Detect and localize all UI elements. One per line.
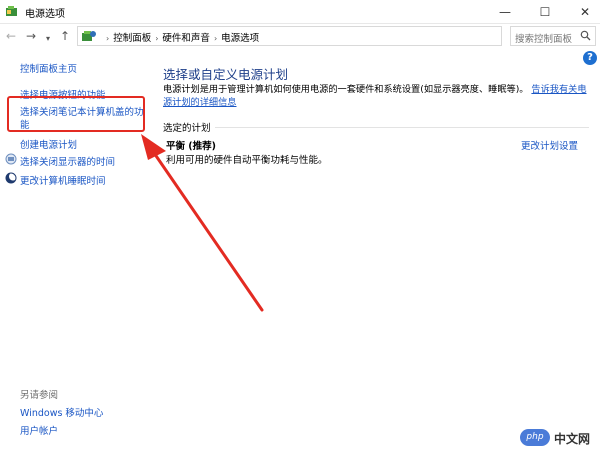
address-bar[interactable]: ›控制面板›硬件和声音›电源选项 ▾ ↻ — [77, 26, 576, 46]
breadcrumb: › 控制面板 › 硬件和声音 › 电源选项 — [102, 30, 259, 44]
maximize-button[interactable]: ☐ — [530, 0, 560, 24]
minimize-button[interactable]: — — [490, 0, 520, 24]
recent-locations-button[interactable]: ▾ — [46, 30, 50, 48]
window-title: 电源选项 — [25, 9, 65, 20]
page-title: 选择或自定义电源计划 — [163, 67, 289, 82]
plan-row: 平衡 (推荐) 利用可用的硬件自动平衡功耗与性能。 更改计划设置 — [166, 138, 586, 168]
search-box[interactable] — [510, 26, 596, 49]
annotation-arrow — [141, 134, 264, 312]
description-text: 电源计划是用于管理计算机如何使用电源的一套硬件和系统设置(如显示器亮度、睡眠等)… — [163, 84, 529, 95]
annotation-highlight-box — [7, 96, 145, 132]
see-also-mobility-center-link[interactable]: Windows 移动中心 — [20, 405, 103, 419]
watermark: php 中文网 — [520, 428, 598, 448]
display-icon — [5, 153, 17, 165]
breadcrumb-hardware-sound[interactable]: 硬件和声音 — [162, 33, 210, 44]
see-also-heading: 另请参阅 — [20, 390, 59, 401]
search-input[interactable] — [511, 30, 581, 49]
section-divider — [215, 127, 589, 128]
breadcrumb-power-options[interactable]: 电源选项 — [221, 33, 259, 44]
breadcrumb-separator: › — [213, 34, 218, 43]
close-button[interactable]: ✕ — [570, 0, 600, 24]
sleep-moon-icon — [5, 172, 17, 184]
up-button[interactable]: ↑ — [60, 27, 70, 45]
navigation-bar: ← → ▾ ↑ ›控制面板›硬件和声音›电源选项 ▾ ↻ — [0, 24, 600, 49]
title-bar: 电源选项 — ☐ ✕ — [0, 0, 600, 24]
back-button[interactable]: ← — [6, 27, 16, 45]
control-panel-icon — [82, 31, 96, 41]
control-panel-home-link[interactable]: 控制面板主页 — [20, 61, 77, 75]
see-also-user-accounts-link[interactable]: 用户帐户 — [20, 423, 58, 437]
watermark-text: 中文网 — [554, 432, 591, 446]
sidebar-item-display-off[interactable]: 选择关闭显示器的时间 — [20, 154, 115, 168]
search-icon[interactable] — [580, 30, 591, 41]
forward-button[interactable]: → — [26, 27, 36, 45]
page-description: 电源计划是用于管理计算机如何使用电源的一套硬件和系统设置(如显示器亮度、睡眠等)… — [163, 83, 591, 109]
change-plan-settings-link[interactable]: 更改计划设置 — [521, 138, 578, 152]
plan-name[interactable]: 平衡 (推荐) — [166, 138, 216, 152]
plan-description: 利用可用的硬件自动平衡功耗与性能。 — [166, 155, 328, 166]
power-options-icon — [6, 6, 17, 16]
watermark-logo: php — [520, 429, 550, 446]
breadcrumb-separator: › — [155, 34, 159, 43]
breadcrumb-control-panel[interactable]: 控制面板 — [113, 33, 151, 44]
sidebar-item-sleep-time[interactable]: 更改计算机睡眠时间 — [20, 173, 106, 187]
breadcrumb-separator: › — [106, 34, 110, 43]
selected-plan-heading: 选定的计划 — [163, 123, 211, 134]
sidebar-item-create-plan[interactable]: 创建电源计划 — [20, 137, 77, 151]
help-icon[interactable]: ? — [583, 51, 597, 65]
